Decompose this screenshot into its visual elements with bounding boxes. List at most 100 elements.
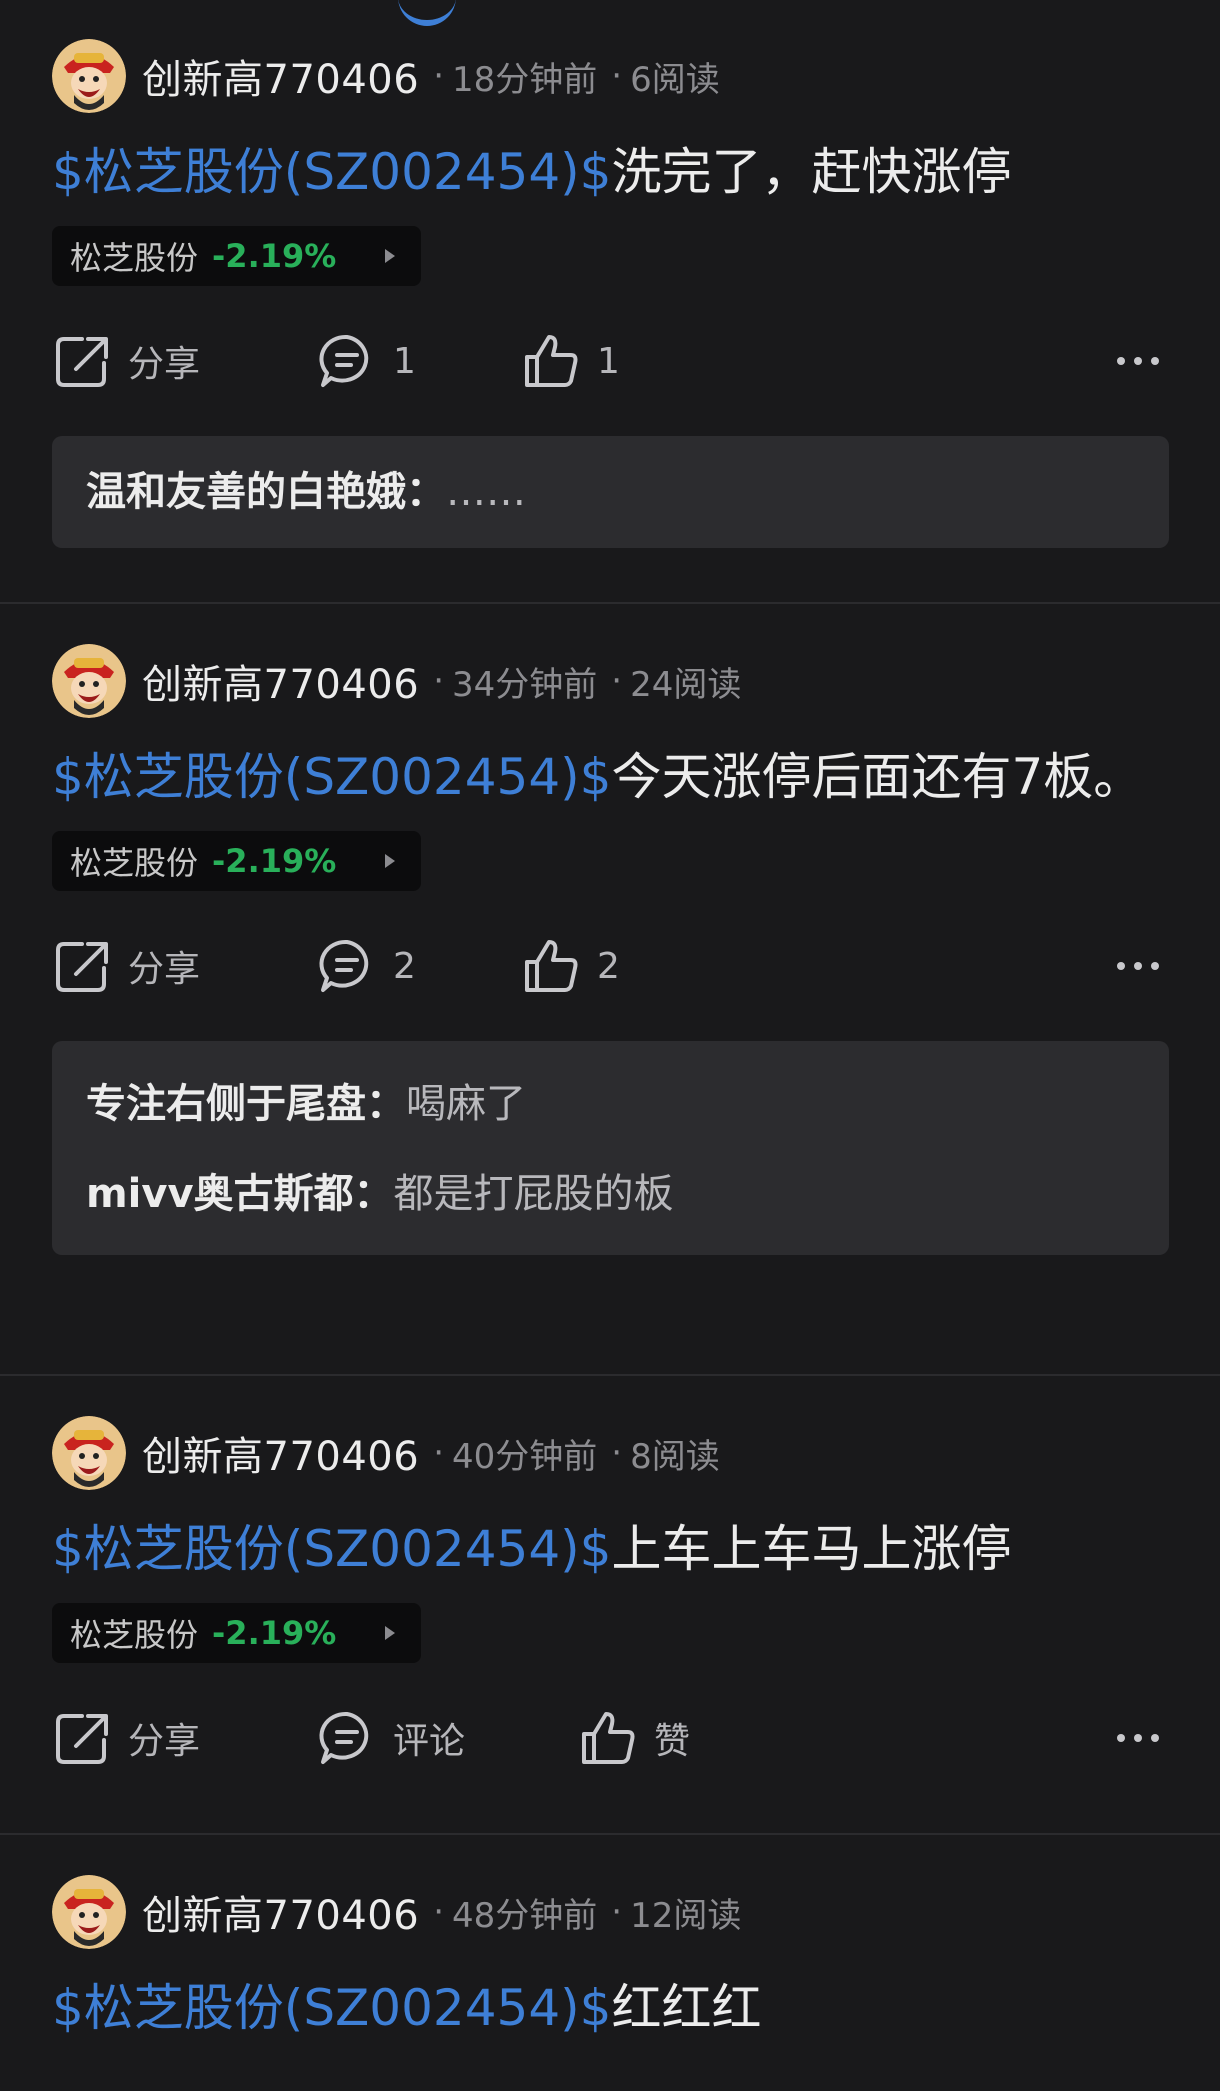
post-card[interactable]: 创新高770406 · 18分钟前 · 6阅读 $松芝股份(SZ002454)$… [0,36,1220,548]
username[interactable]: 创新高770406 [142,47,419,105]
post-content[interactable]: $松芝股份(SZ002454)$红红红 [52,1970,1168,2046]
separator-dot: · [611,1433,623,1473]
post-header: 创新高770406 · 34分钟前 · 24阅读 [52,641,1168,721]
read-count: 12阅读 [630,1895,742,1936]
comment-label: 评论 [393,1721,466,1762]
comment-count: 2 [393,945,416,987]
post-time: 40分钟前 [452,1436,598,1477]
post-divider [0,1833,1220,1835]
post-text: 红红红 [611,1979,762,2037]
post-header: 创新高770406 · 40分钟前 · 8阅读 [52,1413,1168,1493]
avatar-caishen-icon [52,1416,126,1490]
comment-icon [319,939,369,992]
avatar[interactable] [52,1875,126,1949]
share-icon [56,942,108,992]
separator-dot: · [433,56,445,96]
like-button[interactable]: 1 [521,331,620,391]
separator-dot: · [611,56,623,96]
username[interactable]: 创新高770406 [142,1883,419,1941]
post-card[interactable]: 创新高770406 · 34分钟前 · 24阅读 $松芝股份(SZ002454)… [0,641,1220,1255]
reply-item[interactable]: 专注右侧于尾盘：喝麻了 [86,1059,1135,1149]
action-bar: 分享 评论 赞 [52,1663,1169,1813]
username[interactable]: 创新高770406 [142,652,419,710]
post-text: 上车上车马上涨停 [611,1520,1012,1578]
chip-stock-name: 松芝股份 [70,239,199,277]
stock-chip[interactable]: 松芝股份 -2.19% [52,831,421,891]
chevron-right-icon [385,249,395,263]
separator-dot: · [433,1433,445,1473]
more-icon[interactable] [1117,962,1159,970]
stock-chip[interactable]: 松芝股份 -2.19% [52,1603,421,1663]
avatar-caishen-icon [52,644,126,718]
like-label: 赞 [654,1721,691,1762]
chip-stock-name: 松芝股份 [70,844,199,882]
like-count: 1 [597,340,620,382]
separator-dot: · [433,1892,445,1932]
comment-icon [319,334,369,387]
stock-link[interactable]: $松芝股份(SZ002454)$ [52,143,612,201]
like-icon [582,1712,635,1764]
post-text: 今天涨停后面还有7板。 [611,748,1144,806]
reply-text: 喝麻了 [406,1081,526,1127]
share-label: 分享 [128,1721,201,1762]
avatar[interactable] [52,1416,126,1490]
post-divider [0,602,1220,604]
avatar[interactable] [52,39,126,113]
share-label: 分享 [128,344,201,385]
post-time: 18分钟前 [452,59,598,100]
avatar-caishen-icon [52,1875,126,1949]
username[interactable]: 创新高770406 [142,1424,419,1482]
reply-item[interactable]: mivv奥古斯都：都是打屁股的板 [86,1149,1135,1239]
share-button[interactable]: 分享 [52,331,200,391]
chevron-right-icon [385,1626,395,1640]
post-time: 48分钟前 [452,1895,598,1936]
post-text: 洗完了，赶快涨停 [611,143,1012,201]
post-card[interactable]: 创新高770406 · 40分钟前 · 8阅读 $松芝股份(SZ002454)$… [0,1413,1220,1813]
reply-author[interactable]: 温和友善的白艳娥： [86,469,446,515]
post-header: 创新高770406 · 18分钟前 · 6阅读 [52,36,1168,116]
like-icon [525,335,578,387]
post-time: 34分钟前 [452,664,598,705]
action-bar: 分享 1 1 [52,286,1169,436]
action-bar: 分享 2 2 [52,891,1169,1041]
comment-button[interactable]: 评论 [317,1708,465,1768]
share-icon [56,1714,108,1764]
post-content[interactable]: $松芝股份(SZ002454)$洗完了，赶快涨停 [52,134,1168,210]
post-content[interactable]: $松芝股份(SZ002454)$今天涨停后面还有7板。 [52,739,1169,815]
more-icon[interactable] [1117,1734,1159,1742]
chip-change: -2.19% [212,1614,337,1652]
separator-dot: · [611,661,623,701]
stock-link[interactable]: $松芝股份(SZ002454)$ [52,1979,612,2037]
share-label: 分享 [128,949,201,990]
comment-button[interactable]: 1 [317,331,416,391]
chevron-right-icon [385,854,395,868]
comment-button[interactable]: 2 [317,936,416,996]
stock-chip[interactable]: 松芝股份 -2.19% [52,226,421,286]
share-icon [56,337,108,387]
reply-author[interactable]: 专注右侧于尾盘： [86,1081,406,1127]
post-header: 创新高770406 · 48分钟前 · 12阅读 [52,1872,1168,1952]
like-icon [525,940,578,992]
loading-spinner [398,0,456,26]
like-button[interactable]: 2 [521,936,620,996]
reply-preview[interactable]: 专注右侧于尾盘：喝麻了 mivv奥古斯都：都是打屁股的板 [52,1041,1169,1255]
share-button[interactable]: 分享 [52,936,200,996]
stock-link[interactable]: $松芝股份(SZ002454)$ [52,748,612,806]
avatar-caishen-icon [52,39,126,113]
like-button[interactable]: 赞 [578,1708,690,1768]
reply-item[interactable]: 温和友善的白艳娥：…… [86,440,1135,544]
separator-dot: · [433,661,445,701]
separator-dot: · [611,1892,623,1932]
read-count: 6阅读 [630,59,720,100]
avatar[interactable] [52,644,126,718]
post-divider [0,1374,1220,1376]
reply-author[interactable]: mivv奥古斯都： [86,1171,394,1217]
reply-text: 都是打屁股的板 [393,1171,674,1217]
post-card[interactable]: 创新高770406 · 48分钟前 · 12阅读 $松芝股份(SZ002454)… [0,1872,1220,2046]
reply-preview[interactable]: 温和友善的白艳娥：…… [52,436,1169,548]
post-content[interactable]: $松芝股份(SZ002454)$上车上车马上涨停 [52,1511,1168,1587]
comment-count: 1 [393,340,416,382]
more-icon[interactable] [1117,357,1159,365]
stock-link[interactable]: $松芝股份(SZ002454)$ [52,1520,612,1578]
share-button[interactable]: 分享 [52,1708,200,1768]
